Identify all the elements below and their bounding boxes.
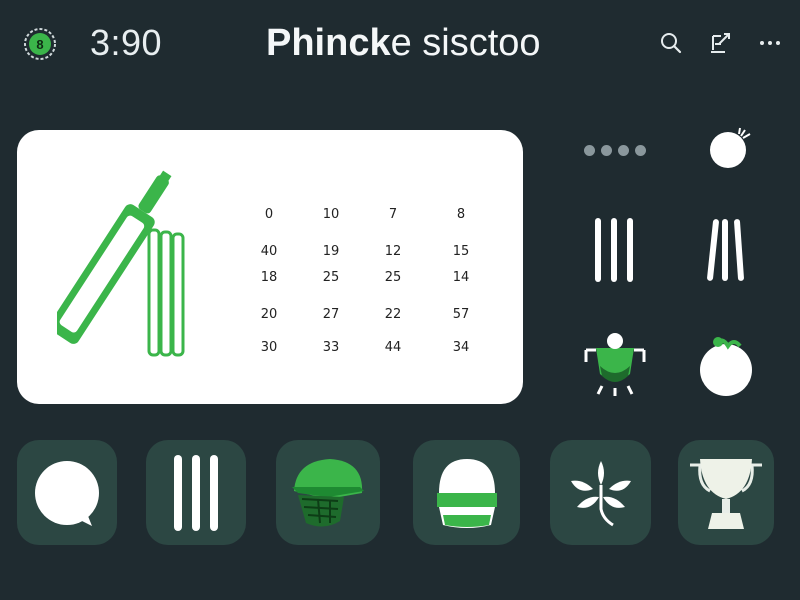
trophy-helmet-icon[interactable] (580, 330, 650, 400)
logo-letter: 8 (36, 37, 43, 52)
score-cell: 12 (384, 244, 402, 259)
score-cell: 34 (452, 340, 470, 355)
page-dot[interactable] (601, 144, 612, 156)
score-cell: 22 (384, 307, 402, 322)
search-icon[interactable] (656, 28, 686, 58)
stumps-icon[interactable] (590, 215, 640, 285)
score-cell: 18 (260, 270, 278, 285)
scorecard-panel: 0 10 7 8 40 19 12 15 18 25 25 14 20 27 22 57 30 33 44 34 (17, 130, 523, 404)
score-cell: 14 (452, 270, 470, 285)
page-dot[interactable] (584, 144, 595, 156)
app-logo-icon[interactable]: 8 (23, 27, 57, 61)
score-cell: 15 (452, 244, 470, 259)
stumps-icon (174, 454, 218, 531)
score-cell: 27 (322, 307, 340, 322)
ball-leaf-icon[interactable] (698, 332, 758, 398)
score-cell: 25 (384, 270, 402, 285)
score-cell: 30 (260, 340, 278, 355)
page-dot[interactable] (618, 144, 629, 156)
stumps-angled-icon[interactable] (700, 215, 750, 285)
cricket-ball-icon[interactable] (705, 126, 755, 170)
tile-helmet[interactable] (276, 440, 380, 545)
trophy-icon (690, 458, 762, 529)
more-options-icon[interactable] (756, 28, 786, 58)
tile-stumps[interactable] (146, 440, 246, 545)
score-cell: 44 (384, 340, 402, 355)
tile-emblem[interactable] (550, 440, 651, 545)
app-title: Phincke sisctoo (266, 22, 541, 65)
tile-chat[interactable] (17, 440, 117, 545)
score-cell: 57 (452, 307, 470, 322)
score-cell: 8 (456, 207, 466, 222)
page-dot[interactable] (635, 144, 646, 156)
score-cell: 40 (260, 244, 278, 259)
status-clock: 3:90 (90, 22, 163, 63)
leaf-emblem-icon (570, 460, 631, 526)
pagination-dots[interactable] (584, 142, 654, 158)
cap-icon (436, 458, 497, 528)
app-title-bold: Phinck (266, 22, 391, 64)
cricket-bat-icon (49, 160, 207, 360)
tile-cap[interactable] (413, 440, 520, 545)
app-title-rest: e sisctoo (390, 22, 541, 64)
score-cell: 20 (260, 307, 278, 322)
score-cell: 33 (322, 340, 340, 355)
score-cell: 7 (388, 207, 398, 222)
score-cell: 19 (322, 244, 340, 259)
tile-trophy[interactable] (678, 440, 774, 545)
score-cell: 25 (322, 270, 340, 285)
score-cell: 0 (264, 207, 274, 222)
chat-bubble-icon (35, 460, 99, 526)
score-cell: 10 (322, 207, 340, 222)
edit-share-icon[interactable] (705, 28, 735, 58)
batting-helmet-icon (292, 458, 364, 527)
